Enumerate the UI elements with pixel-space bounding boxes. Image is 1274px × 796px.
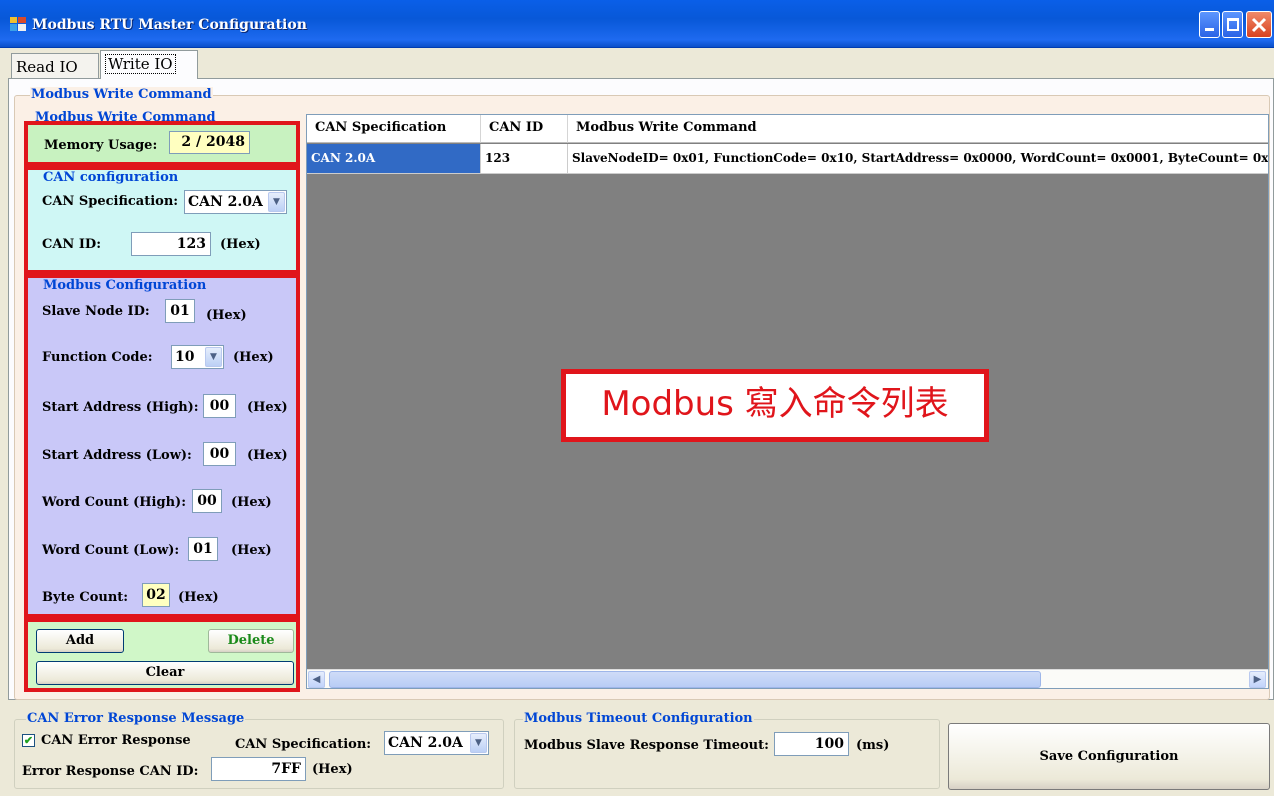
table-row-cell-command[interactable]: SlaveNodeID= 0x01, FunctionCode= 0x10, S… xyxy=(568,144,1268,174)
slave-node-id-input[interactable]: 01 xyxy=(165,299,195,323)
can-id-input[interactable]: 123 xyxy=(131,232,211,256)
error-can-spec-value: CAN 2.0A xyxy=(388,735,463,751)
can-id-label: CAN ID: xyxy=(42,237,101,252)
can-spec-label: CAN Specification: xyxy=(42,194,179,209)
start-address-low-input[interactable]: 00 xyxy=(203,442,236,466)
chevron-down-icon: ▼ xyxy=(470,733,487,753)
start-address-high-label: Start Address (High): xyxy=(42,400,199,415)
word-count-low-input[interactable]: 01 xyxy=(188,537,218,561)
minimize-button[interactable] xyxy=(1199,11,1220,38)
slave-node-id-label: Slave Node ID: xyxy=(42,304,150,319)
tab-read-io[interactable]: Read IO xyxy=(11,53,99,79)
maximize-button[interactable] xyxy=(1222,11,1243,38)
annotation-label: Modbus 寫入命令列表 xyxy=(561,369,989,442)
word-count-high-input[interactable]: 00 xyxy=(192,489,222,513)
memory-usage-label: Memory Usage: xyxy=(44,138,158,153)
window-title: Modbus RTU Master Configuration xyxy=(32,17,307,33)
memory-usage-value: 2 / 2048 xyxy=(169,131,250,154)
delete-button[interactable]: Delete xyxy=(208,629,294,653)
can-configuration-group: CAN configuration CAN Specification: CAN… xyxy=(24,166,300,274)
word-count-high-unit: (Hex) xyxy=(231,495,272,510)
title-bar: Modbus RTU Master Configuration xyxy=(0,0,1274,48)
command-buttons-box: Add Delete Clear xyxy=(24,618,300,692)
memory-usage-box: Memory Usage: 2 / 2048 xyxy=(24,121,300,166)
tab-write-io-label: Write IO xyxy=(105,54,176,74)
tab-read-io-label: Read IO xyxy=(16,58,78,76)
scroll-right-button[interactable]: ▶ xyxy=(1249,671,1266,688)
can-spec-value: CAN 2.0A xyxy=(188,194,263,210)
modbus-configuration-group: Modbus Configuration Slave Node ID: 01 (… xyxy=(24,274,300,618)
table-row-cell-spec[interactable]: CAN 2.0A xyxy=(307,144,481,174)
modbus-timeout-group xyxy=(514,719,940,789)
column-header-can-spec[interactable]: CAN Specification xyxy=(307,115,481,143)
table-row-cell-id[interactable]: 123 xyxy=(481,144,568,174)
can-error-response-title: CAN Error Response Message xyxy=(26,711,246,726)
error-response-can-id-input[interactable]: 7FF xyxy=(211,757,306,781)
start-address-low-unit: (Hex) xyxy=(247,448,288,463)
scroll-thumb[interactable] xyxy=(329,671,1041,688)
column-header-modbus-command[interactable]: Modbus Write Command xyxy=(568,115,1268,143)
can-error-response-label: CAN Error Response xyxy=(41,733,191,748)
start-address-low-label: Start Address (Low): xyxy=(42,448,192,463)
function-code-label: Function Code: xyxy=(42,350,153,365)
horizontal-scrollbar[interactable]: ◀ ▶ xyxy=(307,669,1268,688)
modbus-write-group-title: Modbus Write Command xyxy=(30,87,213,102)
modbus-timeout-input[interactable]: 100 xyxy=(774,732,849,756)
start-address-high-unit: (Hex) xyxy=(247,400,288,415)
start-address-high-input[interactable]: 00 xyxy=(203,394,236,418)
can-configuration-title: CAN configuration xyxy=(42,170,180,185)
slave-node-id-unit: (Hex) xyxy=(206,308,247,323)
word-count-high-label: Word Count (High): xyxy=(42,495,186,510)
modbus-timeout-label: Modbus Slave Response Timeout: xyxy=(524,738,769,753)
function-code-select[interactable]: 10 ▼ xyxy=(171,345,224,369)
add-button[interactable]: Add xyxy=(36,629,124,653)
chevron-down-icon: ▼ xyxy=(268,192,285,212)
close-button[interactable] xyxy=(1246,11,1272,38)
byte-count-unit: (Hex) xyxy=(178,590,219,605)
error-response-can-id-label: Error Response CAN ID: xyxy=(22,764,199,779)
error-can-spec-select[interactable]: CAN 2.0A ▼ xyxy=(384,731,489,755)
tab-write-io[interactable]: Write IO xyxy=(100,50,198,79)
can-id-unit: (Hex) xyxy=(220,237,261,252)
word-count-low-unit: (Hex) xyxy=(231,543,272,558)
error-can-spec-label: CAN Specification: xyxy=(235,737,372,752)
error-response-can-id-unit: (Hex) xyxy=(312,762,353,777)
modbus-configuration-title: Modbus Configuration xyxy=(42,278,208,293)
modbus-timeout-unit: (ms) xyxy=(856,738,890,753)
save-configuration-button[interactable]: Save Configuration xyxy=(948,723,1270,790)
scroll-left-button[interactable]: ◀ xyxy=(308,671,325,688)
check-icon: ✔ xyxy=(23,734,34,747)
clear-button[interactable]: Clear xyxy=(36,661,294,685)
modbus-timeout-title: Modbus Timeout Configuration xyxy=(523,711,754,726)
column-header-can-id[interactable]: CAN ID xyxy=(481,115,568,143)
close-icon xyxy=(1251,17,1267,33)
app-icon xyxy=(10,17,26,31)
function-code-unit: (Hex) xyxy=(233,350,274,365)
byte-count-value: 02 xyxy=(142,583,170,607)
function-code-value: 10 xyxy=(175,349,195,365)
chevron-down-icon: ▼ xyxy=(205,347,222,367)
byte-count-label: Byte Count: xyxy=(42,590,129,605)
word-count-low-label: Word Count (Low): xyxy=(42,543,180,558)
can-error-response-checkbox[interactable]: ✔ xyxy=(22,734,35,747)
can-spec-select[interactable]: CAN 2.0A ▼ xyxy=(184,190,287,214)
